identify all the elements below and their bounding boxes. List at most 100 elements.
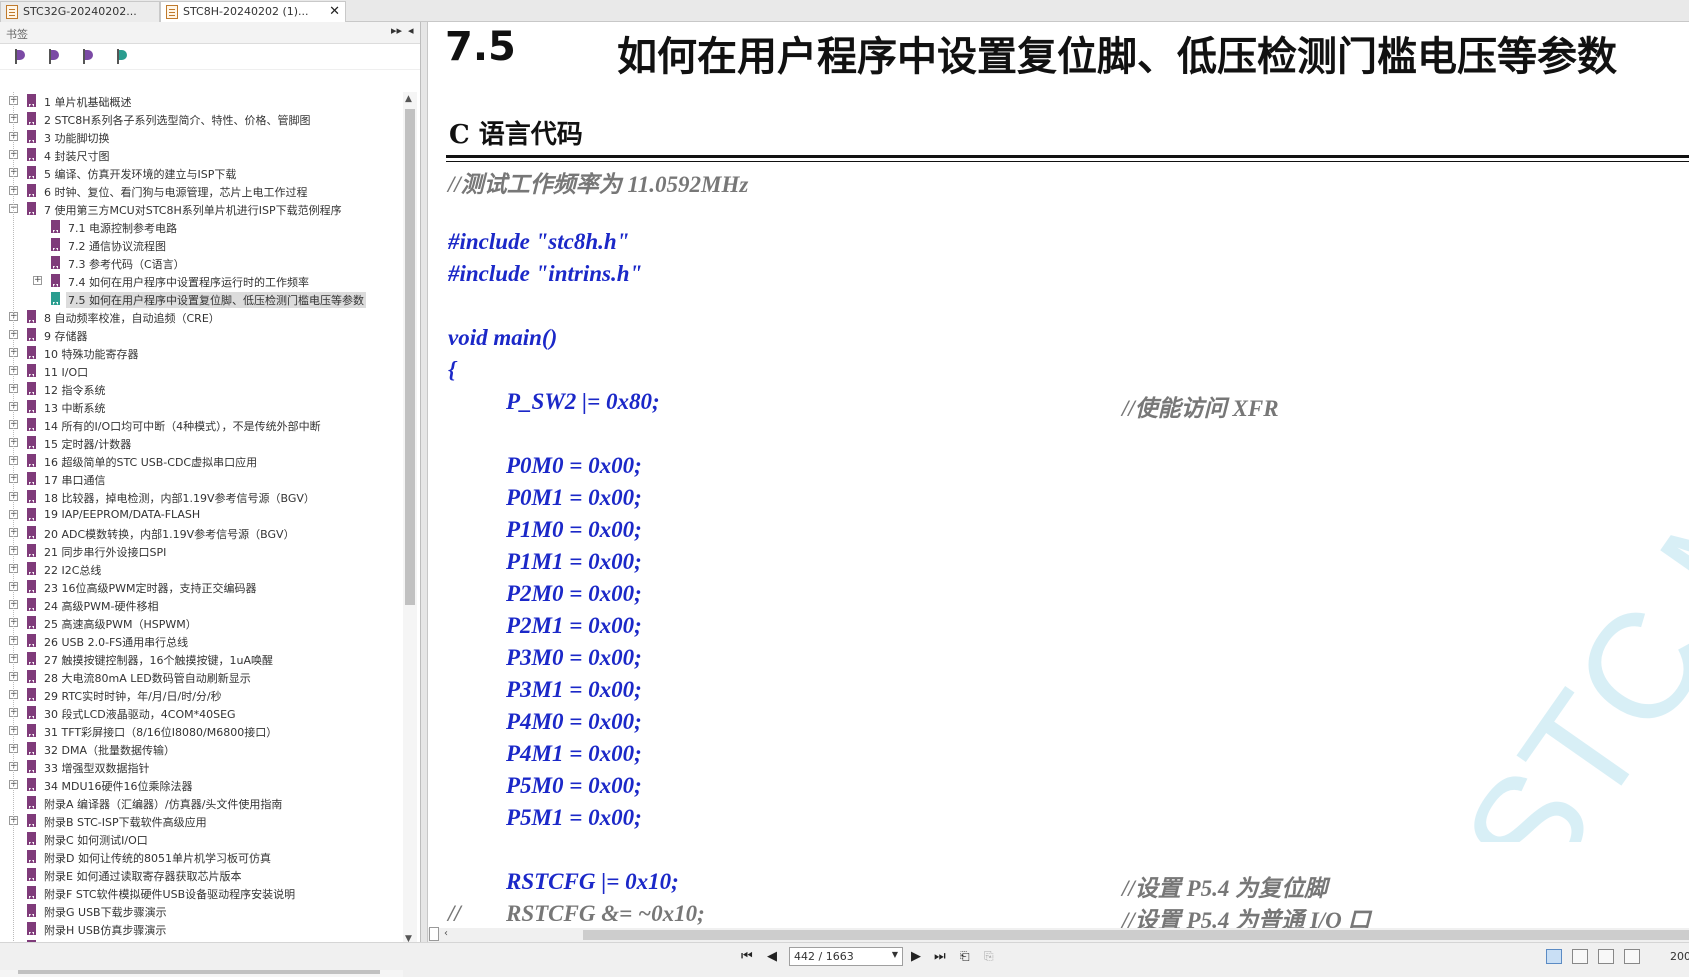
expand-icon[interactable]: + [33,276,42,285]
bookmark-icon [27,760,36,773]
bookmark-label: 附录D 如何让传统的8051单片机学习板可仿真 [44,852,271,865]
bookmark-icon [27,148,36,161]
first-page-icon[interactable]: ⏮ [741,949,753,964]
bookmark-icon [27,922,36,935]
code-line: RSTCFG |= 0x10; [506,869,679,894]
bookmark-label: 11 I/O口 [44,366,89,379]
bookmark-icon [27,526,36,539]
page-number-field[interactable]: 442 / 1663 ▼ [789,947,903,966]
bookmark-icon [27,850,36,863]
scroll-left-icon[interactable]: ‹ [444,928,448,939]
bookmark-label: 7.4 如何在用户程序中设置程序运行时的工作频率 [68,276,309,289]
bookmark-icon [51,274,60,287]
code-line: P3M0 = 0x00; [506,645,642,670]
code-line: RSTCFG &= ~0x10; [506,901,705,926]
scrollbar-thumb[interactable] [405,109,415,605]
continuous-view-icon[interactable] [1572,949,1588,964]
code-line: P_SW2 |= 0x80; [506,389,660,414]
bookmark-label: 10 特殊功能寄存器 [44,348,139,361]
bookmark-icon [27,112,36,125]
bookmark-label: 17 串口通信 [44,474,106,487]
bookmark-add-icon[interactable] [114,49,130,65]
code-line: P4M0 = 0x00; [506,709,642,734]
bookmark-label: 9 存储器 [44,330,88,343]
bookmark-icon [27,616,36,629]
bookmark-label: 22 I2C总线 [44,564,102,577]
tab-document-2[interactable]: STC8H-20240202 (1)... ✕ [160,1,346,22]
bookmark-icon [27,598,36,611]
scroll-up-icon[interactable]: ▲ [405,94,412,104]
bookmark-vertical-scrollbar[interactable]: ▲ ▼ [403,92,417,950]
bookmark-label: 附录A 编译器（汇编器）/仿真器/头文件使用指南 [44,798,283,811]
bookmark-expand-icon[interactable] [12,49,28,65]
bookmark-label: 23 16位高级PWM定时器，支持正交编码器 [44,582,257,595]
bookmark-label: 20 ADC模数转换，内部1.19V参考信号源（BGV） [44,528,295,541]
bookmark-icon [27,562,36,575]
panel-pin-icon[interactable]: ▸▸ [391,24,402,37]
code-line: P4M1 = 0x00; [506,741,642,766]
bookmark-label: 14 所有的I/O口均可中断（4种模式），不是传统外部中断 [44,420,321,433]
bookmark-label: 26 USB 2.0-FS通用串行总线 [44,636,189,649]
facing-view-icon[interactable] [1598,949,1614,964]
bookmark-label: 18 比较器，掉电检测，内部1.19V参考信号源（BGV） [44,492,315,505]
code-comment: //设置 P5.4 为复位脚 [1122,876,1328,901]
code-line: P1M1 = 0x00; [506,549,642,574]
panel-collapse-icon[interactable]: ◂ [408,24,414,37]
bookmark-panel-header: 书签 ▸▸ ◂ [0,22,420,44]
bookmark-label: 附录E 如何通过读取寄存器获取芯片版本 [44,870,242,883]
continuous-facing-view-icon[interactable] [1624,949,1640,964]
bookmark-label: 7.3 参考代码（C语言） [68,258,185,271]
bookmark-label: 7.5 如何在用户程序中设置复位脚、低压检测门槛电压等参数 [66,292,366,308]
tree-guide-line [13,92,14,949]
document-horizontal-scrollbar[interactable]: ‹ [428,927,1689,942]
next-page-icon[interactable]: ▶ [911,949,921,964]
forward-icon[interactable]: ⎘ [984,949,994,964]
bookmark-panel-title: 书签 [6,28,28,41]
back-icon[interactable]: ⎗ [960,949,970,964]
bookmark-icon [27,382,36,395]
single-page-view-icon[interactable] [1546,949,1562,964]
bookmark-icon [27,436,36,449]
bookmark-icon [27,742,36,755]
zoom-level[interactable]: 200 [1670,950,1689,963]
bookmark-icon [27,886,36,899]
bookmark-label: 附录F STC软件模拟硬件USB设备驱动程序安装说明 [44,888,296,901]
bookmark-label: 30 段式LCD液晶驱动，4COM*40SEG [44,708,236,721]
last-page-icon[interactable]: ⏭ [934,949,946,964]
pdf-file-icon [166,5,178,19]
panel-splitter[interactable] [421,22,428,955]
divider [446,155,1689,158]
code-line: P0M0 = 0x00; [506,453,642,478]
bookmark-icon [27,796,36,809]
bookmark-icon [27,130,36,143]
code-subtitle: C 语言代码 [449,120,583,150]
bookmark-collapse-icon[interactable] [46,49,62,65]
bookmark-icon [27,364,36,377]
bookmark-icon [27,670,36,683]
bookmark-label: 5 编译、仿真开发环境的建立与ISP下载 [44,168,237,181]
bookmark-label: 25 高速高级PWM（HSPWM） [44,618,197,631]
scrollbar-thumb[interactable] [583,930,1689,940]
bookmark-icon [27,310,36,323]
bookmark-icon [27,346,36,359]
bookmark-icon [27,490,36,503]
bookmark-icon [27,688,36,701]
bookmark-icon [51,220,60,233]
previous-page-icon[interactable]: ◀ [767,949,777,964]
bookmark-label: 附录C 如何测试I/O口 [44,834,148,847]
close-icon[interactable]: ✕ [329,4,340,19]
code-line: void main() [448,325,558,350]
bookmark-icon [27,832,36,845]
tab-document-1[interactable]: STC32G-20240202... [0,1,160,22]
bookmark-icon [27,814,36,827]
bookmark-icon [27,724,36,737]
code-comment-prefix: // [448,901,461,926]
bookmark-goto-icon[interactable] [80,49,96,65]
code-line: P1M0 = 0x00; [506,517,642,542]
bookmark-icon [27,94,36,107]
bookmark-label: 2 STC8H系列各子系列选型简介、特性、价格、管脚图 [44,114,311,127]
code-line: #include "stc8h.h" [448,229,630,254]
bookmark-label: 28 大电流80mA LED数码管自动刷新显示 [44,672,251,685]
bookmark-icon [27,202,36,215]
chevron-down-icon[interactable]: ▼ [892,950,898,959]
